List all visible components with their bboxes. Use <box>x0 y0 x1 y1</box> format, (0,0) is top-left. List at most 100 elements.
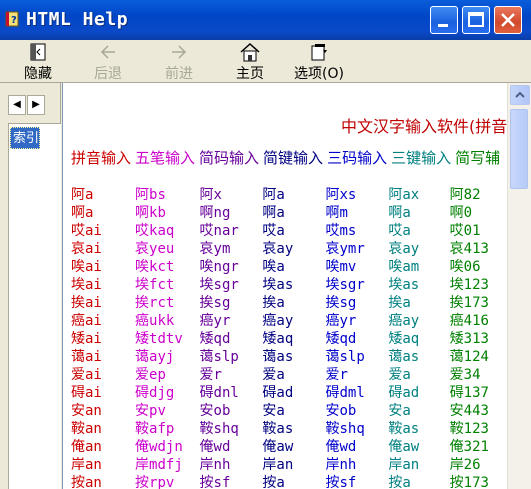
table-cell: 唉mv <box>325 259 357 275</box>
table-row: 挨ai 挨rct 挨sg 挨a 挨sg 挨a 挨173 <box>71 294 508 312</box>
table-cell: 癌ukk <box>135 313 175 329</box>
table-cell: 哀ymr <box>325 241 365 257</box>
close-button[interactable] <box>494 6 522 34</box>
table-cell: 爱a <box>262 367 285 383</box>
table-cell: 爱a <box>388 367 411 383</box>
table-cell: 哀413 <box>449 241 489 257</box>
table-cell: 碍dml <box>325 385 365 401</box>
title-bar[interactable]: ? HTML Help <box>0 0 531 41</box>
table-cell: 阿ax <box>388 187 420 203</box>
table-row: 岸an 岸mdfj 岸nh 岸an 岸nh 岸an 岸26 <box>71 456 508 474</box>
maximize-button[interactable] <box>462 6 490 34</box>
table-cell: 安an <box>71 403 102 419</box>
back-arrow-icon <box>100 45 115 59</box>
forward-button[interactable]: 前进 <box>152 42 206 82</box>
tab-page <box>8 123 61 489</box>
table-cell: 俺wdjn <box>135 439 183 455</box>
table-cell: 啊a <box>262 205 285 221</box>
table-cell: 按173 <box>449 475 489 489</box>
table-cell: 埃ai <box>71 277 102 293</box>
table-row: 安an 安pv 安ob 安a 安ob 安a 安443 <box>71 402 508 420</box>
tab-index[interactable]: 索引 <box>10 127 40 149</box>
table-cell: 碍137 <box>449 385 489 401</box>
category-link[interactable]: 简码输入 <box>199 149 259 167</box>
toolbar: 隐藏 后退 前进 主页 选项(O) <box>0 40 531 83</box>
category-link[interactable]: 简键输入 <box>263 149 323 167</box>
table-cell: 哎kaq <box>135 223 175 239</box>
table-cell: 挨ai <box>71 295 102 311</box>
back-button[interactable]: 后退 <box>81 42 135 82</box>
back-label: 后退 <box>94 66 122 82</box>
table-cell: 阿x <box>199 187 222 203</box>
home-icon <box>240 42 260 62</box>
table-row: 癌ai 癌ukk 癌yr 癌ay 癌yr 癌ay 癌416 <box>71 312 508 330</box>
hide-button[interactable]: 隐藏 <box>11 42 65 82</box>
table-cell: 唉ai <box>71 259 102 275</box>
table-row: 哀ai 哀yeu 哀ym 哀ay 哀ymr 哀ay 哀413 <box>71 240 508 258</box>
options-icon <box>311 44 327 61</box>
category-link[interactable]: 三键输入 <box>391 149 451 167</box>
scroll-up-icon <box>515 91 525 98</box>
category-link[interactable]: 简写辅 <box>455 149 500 167</box>
minimize-button[interactable] <box>430 6 458 34</box>
table-row: 啊a 啊kb 啊ng 啊a 啊m 啊a 啊0 <box>71 204 508 222</box>
tab-scroll-right[interactable]: ▶ <box>27 95 45 115</box>
scroll-up-button[interactable] <box>510 85 530 105</box>
table-cell: 矮aq <box>388 331 420 347</box>
table-cell: 矮qd <box>325 331 357 347</box>
table-cell: 俺wd <box>325 439 357 455</box>
tab-scroll-left[interactable]: ◀ <box>8 95 26 115</box>
table-cell: 按rpv <box>135 475 175 489</box>
scroll-thumb[interactable] <box>510 109 528 189</box>
vertical-scrollbar[interactable] <box>507 83 531 489</box>
table-cell: 爱r <box>325 367 348 383</box>
table-cell: 啊ng <box>199 205 231 221</box>
table-cell: 蔼124 <box>449 349 489 365</box>
category-link[interactable]: 三码输入 <box>327 149 387 167</box>
table-cell: 碍ad <box>388 385 420 401</box>
table-cell: 安pv <box>135 403 166 419</box>
page-title: 中文汉字输入软件(拼音 <box>341 117 508 136</box>
table-cell: 按an <box>71 475 102 489</box>
table-cell: 埃123 <box>449 277 489 293</box>
table-cell: 唉a <box>262 259 285 275</box>
category-link[interactable]: 五笔输入 <box>135 149 195 167</box>
table-cell: 鞍shq <box>199 421 239 437</box>
table-cell: 碍djg <box>135 385 175 401</box>
options-label: 选项(O) <box>294 66 344 82</box>
table-cell: 哎nar <box>199 223 239 239</box>
table-row: 鞍an 鞍afp 鞍shq 鞍as 鞍shq 鞍as 鞍123 <box>71 420 508 438</box>
table-cell: 癌ay <box>262 313 294 329</box>
table-row: 唉ai 唉kct 唉ngr 唉a 唉mv 唉am 唉06 <box>71 258 508 276</box>
table-cell: 哎ai <box>71 223 102 239</box>
table-cell: 矮313 <box>449 331 489 347</box>
window-title: HTML Help <box>26 9 129 30</box>
table-cell: 唉am <box>388 259 420 275</box>
table-cell: 按sf <box>199 475 231 489</box>
table-cell: 啊a <box>71 205 94 221</box>
table-cell: 岸26 <box>449 457 481 473</box>
table-row: 阿a 阿bs 阿x 阿a 阿xs 阿ax 阿82 <box>71 186 508 204</box>
table-cell: 岸an <box>71 457 102 473</box>
table-cell: 唉kct <box>135 259 175 275</box>
home-button[interactable]: 主页 <box>223 42 277 82</box>
table-cell: 爱r <box>199 367 222 383</box>
table-cell: 啊m <box>325 205 348 221</box>
table-cell: 俺aw <box>388 439 420 455</box>
table-cell: 阿82 <box>449 187 481 203</box>
table-cell: 埃as <box>388 277 420 293</box>
category-link[interactable]: 拼音输入 <box>71 149 131 167</box>
table-row: 爱ai 爱ep 爱r 爱a 爱r 爱a 爱34 <box>71 366 508 384</box>
table-cell: 阿xs <box>325 187 357 203</box>
table-row: 哎ai 哎kaq 哎nar 哎a 哎ms 哎a 哎01 <box>71 222 508 240</box>
hide-label: 隐藏 <box>24 66 52 82</box>
table-cell: 矮aq <box>262 331 294 347</box>
table-cell: 鞍an <box>71 421 102 437</box>
table-cell: 碍ad <box>262 385 294 401</box>
left-arrow-icon: ◀ <box>13 99 21 110</box>
options-button[interactable]: 选项(O) <box>292 42 346 82</box>
table-cell: 蔼slp <box>199 349 239 365</box>
table-row: 埃ai 埃fct 埃sgr 埃as 埃sgr 埃as 埃123 <box>71 276 508 294</box>
table-cell: 啊a <box>388 205 411 221</box>
table-cell: 矮ai <box>71 331 102 347</box>
